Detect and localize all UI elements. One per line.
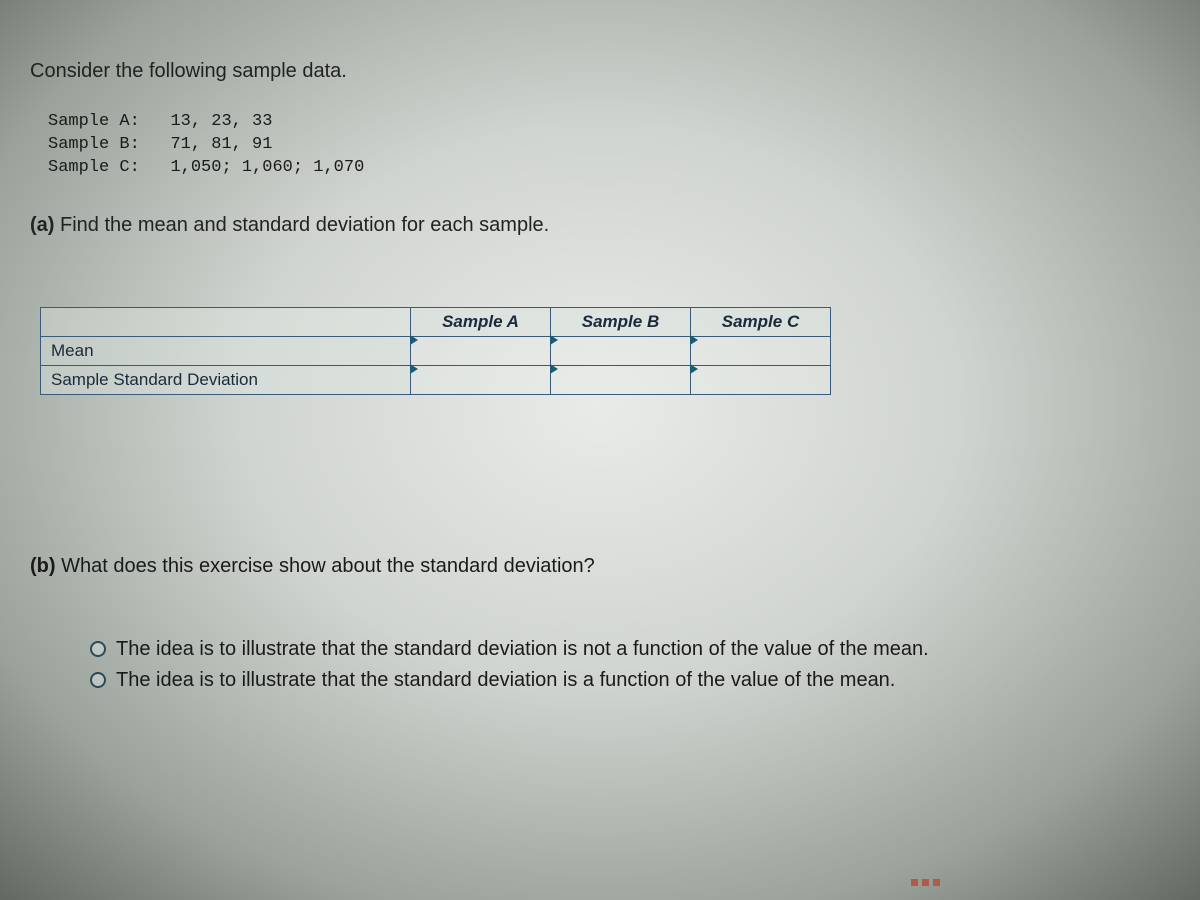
- radio-icon[interactable]: [90, 672, 106, 688]
- input-std-b[interactable]: [551, 365, 691, 394]
- sample-c-values: 1,050; 1,060; 1,070: [170, 158, 364, 177]
- row-label-std: Sample Standard Deviation: [41, 365, 411, 394]
- sample-a-label: Sample A:: [48, 112, 140, 131]
- col-header-sample-a: Sample A: [411, 307, 551, 336]
- part-a-prompt: (a) Find the mean and standard deviation…: [30, 214, 1170, 237]
- row-label-mean: Mean: [41, 336, 411, 365]
- table-header-row: Sample A Sample B Sample C: [41, 307, 831, 336]
- sample-a-values: 13, 23, 33: [170, 112, 272, 131]
- col-header-sample-b: Sample B: [551, 307, 691, 336]
- pagination-dots-icon: [911, 879, 940, 886]
- part-b-prompt: (b) What does this exercise show about t…: [30, 555, 1170, 578]
- radio-icon[interactable]: [90, 641, 106, 657]
- input-mean-b[interactable]: [551, 336, 691, 365]
- input-mean-c[interactable]: [691, 336, 831, 365]
- part-a-marker: (a): [30, 214, 54, 236]
- part-b-marker: (b): [30, 555, 56, 577]
- col-header-sample-c: Sample C: [691, 307, 831, 336]
- input-std-a[interactable]: [411, 365, 551, 394]
- answer-table: Sample A Sample B Sample C Mean Sample S…: [40, 307, 1170, 395]
- option-1[interactable]: The idea is to illustrate that the stand…: [90, 638, 1170, 661]
- sample-b-label: Sample B:: [48, 135, 140, 154]
- part-b-text: What does this exercise show about the s…: [61, 555, 595, 577]
- option-2[interactable]: The idea is to illustrate that the stand…: [90, 669, 1170, 692]
- table-corner-blank: [41, 307, 411, 336]
- sample-b-values: 71, 81, 91: [170, 135, 272, 154]
- sample-data-block: Sample A: 13, 23, 33 Sample B: 71, 81, 9…: [48, 111, 1170, 180]
- input-mean-a[interactable]: [411, 336, 551, 365]
- table-row: Sample Standard Deviation: [41, 365, 831, 394]
- input-std-c[interactable]: [691, 365, 831, 394]
- option-1-label: The idea is to illustrate that the stand…: [116, 638, 929, 661]
- table-row: Mean: [41, 336, 831, 365]
- options-group: The idea is to illustrate that the stand…: [90, 638, 1170, 692]
- intro-text: Consider the following sample data.: [30, 60, 1170, 83]
- option-2-label: The idea is to illustrate that the stand…: [116, 669, 895, 692]
- part-a-text: Find the mean and standard deviation for…: [60, 214, 549, 236]
- sample-c-label: Sample C:: [48, 158, 140, 177]
